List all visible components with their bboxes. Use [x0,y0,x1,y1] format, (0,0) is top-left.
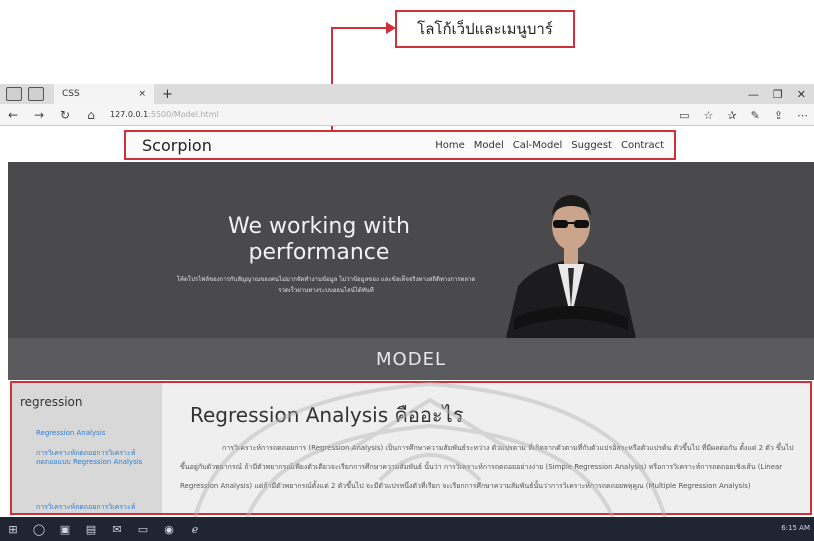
close-window-icon[interactable]: ✕ [797,88,806,101]
windows-start-icon[interactable]: ⊞ [0,517,26,541]
browser-toolbar-right: ▭ ☆ ✰ ✎ ⇪ ⋯ [679,104,808,126]
site-logo[interactable]: Scorpion [142,136,212,155]
model-heading: MODEL [376,348,446,370]
main-article: Regression Analysis คืออะไร การวิเคราะห์… [172,383,808,513]
annotation-callout: โลโก้เว็ปและเมนูบาร์ [395,10,575,48]
tab-actions-icon[interactable] [6,87,22,101]
window-controls: — ❐ ✕ [748,84,806,104]
hero-person-image [496,168,646,338]
url-host: 127.0.0.1 [110,110,149,119]
file-explorer-icon[interactable]: ▭ [130,517,156,541]
sidebar-heading: regression [20,395,83,409]
annotation-arrowhead [386,22,396,34]
new-tab-button[interactable]: + [162,87,173,102]
more-icon[interactable]: ⋯ [797,109,808,122]
favorite-icon[interactable]: ☆ [703,109,713,122]
share-icon[interactable]: ⇪ [774,109,783,122]
screenshot: โลโก้เว็ปและเมนูบาร์ CSS × + — ❐ ✕ ← → ↻… [0,0,814,541]
refresh-icon[interactable]: ↻ [52,108,78,122]
search-icon[interactable]: ◯ [26,517,52,541]
mail-icon[interactable]: ✉ [104,517,130,541]
tab-set-aside-icon[interactable] [28,87,44,101]
browser-tab-bar: CSS × + — ❐ ✕ [0,84,814,104]
menu-item-suggest[interactable]: Suggest [571,140,612,151]
task-view-icon[interactable]: ▣ [52,517,78,541]
forward-icon[interactable]: → [26,108,52,122]
content-area: regression Regression Analysis การวิเครา… [10,381,812,515]
menu-item-home[interactable]: Home [435,140,465,151]
site-menu: Home Model Cal-Model Suggest Contract [435,140,664,151]
tab-title: CSS [62,89,80,99]
hero-title: We working with performance [228,214,410,265]
article-heading: Regression Analysis คืออะไร [190,403,464,427]
pen-icon[interactable]: ✎ [751,109,760,122]
annotation-line-horizontal [331,27,389,29]
menu-item-cal-model[interactable]: Cal-Model [513,140,563,151]
menu-item-model[interactable]: Model [474,140,504,151]
browser-tab[interactable]: CSS × [54,84,154,104]
model-section-banner: MODEL [8,338,814,380]
tab-close-icon[interactable]: × [138,89,146,99]
favorites-icon[interactable]: ✰ [727,109,736,122]
chrome-icon[interactable]: ◉ [156,517,182,541]
sidebar: regression Regression Analysis การวิเครา… [12,383,162,513]
windows-taskbar: ⊞ ◯ ▣ ▤ ✉ ▭ ◉ ℯ 6:15 AM [0,517,814,541]
reading-view-icon[interactable]: ▭ [679,109,689,122]
article-paragraph: การวิเคราะห์การถดถอยการ (Regression Anal… [180,444,794,490]
sidebar-link-regression-analysis[interactable]: Regression Analysis [36,429,152,438]
hero-subtitle: โค้ดโปรไฟล์ของการกับสัญญาณของคนไม่มากจัด… [176,276,476,294]
store-icon[interactable]: ▤ [78,517,104,541]
back-icon[interactable]: ← [0,108,26,122]
annotation-label: โลโก้เว็ปและเมนูบาร์ [417,20,553,38]
taskbar-clock: 6:15 AM [781,524,810,532]
browser-address-bar: ← → ↻ ⌂ 127.0.0.1:5500/Model.html ▭ ☆ ✰ … [0,104,814,126]
sidebar-link-regression-types[interactable]: การวิเคราะห์ถดถอยการวิเคราะห์ถดถอยแบบ Re… [36,449,152,467]
site-navbar: Scorpion Home Model Cal-Model Suggest Co… [124,130,676,160]
menu-item-contract[interactable]: Contract [621,140,664,151]
home-icon[interactable]: ⌂ [78,108,104,122]
url-path: :5500/Model.html [148,110,219,119]
sidebar-link-regression-methods[interactable]: การวิเคราะห์ถดถอยการวิเคราะห์ [36,503,152,512]
hero-banner: We working with performance โค้ดโปรไฟล์ข… [8,162,814,338]
maximize-icon[interactable]: ❐ [773,88,783,101]
edge-icon[interactable]: ℯ [182,517,208,541]
minimize-icon[interactable]: — [748,88,759,101]
url-field[interactable]: 127.0.0.1:5500/Model.html [110,110,219,119]
